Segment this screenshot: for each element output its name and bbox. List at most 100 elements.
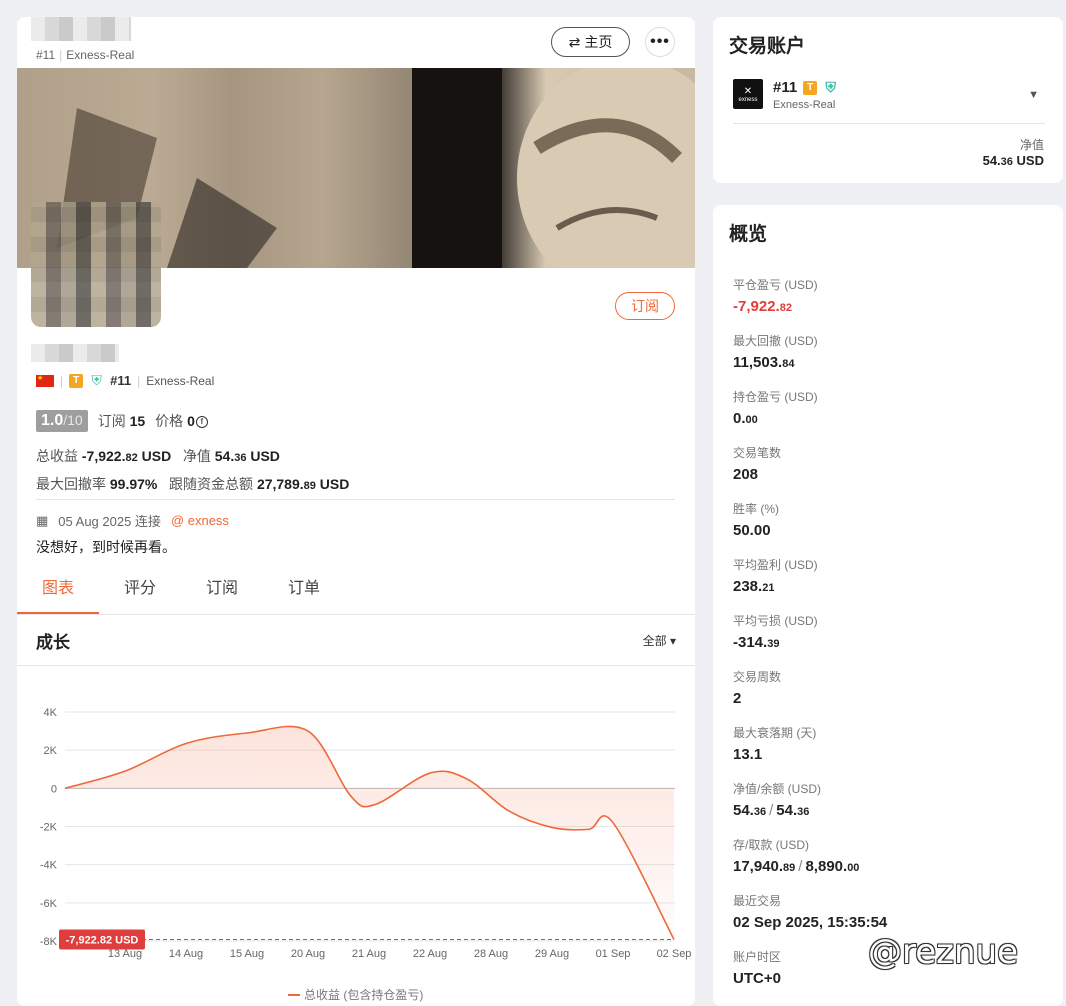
series-area [65,726,674,940]
home-button[interactable]: ⇄ 主页 [551,27,630,57]
account-card-server: Exness-Real [773,99,836,111]
home-button-label: 主页 [584,34,613,50]
verified-shield-icon: ⛨ [91,372,102,388]
current-value-label: -7,922.82 USD [66,935,139,947]
watermark: @reznue [868,932,1019,972]
x-tick-label: 01 Sep [596,948,631,960]
y-tick-label: -8K [40,936,58,948]
account-card-id: #11 [773,79,798,96]
rating-score: 1.0/10 [36,410,88,432]
x-tick-label: 13 Aug [108,948,142,960]
account-equity-label: 净值 [1019,138,1044,152]
overview-item-value: 50.00 [733,522,771,539]
currency-icon: f [195,416,208,429]
account-equity-value: 54.36 USD [982,153,1044,168]
overview-item: 平均亏损 (USD) -314.39 [733,612,818,651]
exness-logo-icon: ✕ exness [733,79,763,109]
y-tick-label: 4K [44,707,58,719]
x-tick-label: 28 Aug [474,948,508,960]
chart-title: 成长 [36,633,70,652]
account-card-title: 交易账户 [729,36,806,57]
follow-funds-value: 27,789.89 USD [256,476,350,492]
overview-item-value: -7,922.82 [733,298,792,315]
y-tick-label: 2K [44,745,58,757]
china-flag-icon: ★ [36,374,54,387]
max-drawdown-value: 99.97% [109,476,158,492]
tab-rating[interactable]: 评分 [99,569,181,614]
avatar [31,202,161,327]
y-tick-label: -2K [40,822,58,834]
overview-item: 存/取款 (USD) 17,940.89/8,890.00 [733,836,859,875]
overview-item-value: 13.1 [733,746,763,763]
overview-item: 最大回撤 (USD) 11,503.84 [733,332,818,371]
overview-item-label: 最大回撤 (USD) [733,334,818,348]
overview-card: 概览 平仓盈亏 (USD) -7,922.82 最大回撤 (USD) 11,503.8… [713,205,1063,1006]
overview-item-label: 交易周数 [733,670,782,684]
y-tick-label: -6K [40,898,58,910]
tab-chart[interactable]: 图表 [17,569,99,614]
overview-item: 最大衰落期 (天) 13.1 [733,724,816,763]
drawdown-funds-row: 最大回撤率 99.97% 跟随资金总额 27,789.89 USD [36,476,350,492]
price: 价格 0f [155,411,208,431]
overview-item-label: 存/取款 (USD) [733,838,809,852]
more-options-button[interactable]: ••• [645,27,675,57]
connected-date: 05 Aug 2025 连接 [58,514,161,529]
overview-item-label: 持仓盈亏 (USD) [733,390,818,404]
overview-item-value: 208 [733,466,759,483]
overview-item: 交易笔数 208 [733,444,781,483]
overview-item: 胜率 (%) 50.00 [733,500,779,539]
overview-item-value: -314.39 [733,634,780,651]
tab-subscribe[interactable]: 订阅 [181,569,263,614]
y-tick-label: 0 [51,783,57,795]
x-tick-label: 29 Aug [535,948,569,960]
rating-row: 1.0/10 订阅 15 价格 0f [36,410,208,432]
account-selector[interactable]: ✕ exness #11 T ⛨ Exness-Real ▼ [733,79,1045,124]
connected-row: ▦ 05 Aug 2025 连接 @ exness [36,511,229,530]
overview-item-value: UTC+0 [733,970,781,987]
subscribe-button[interactable]: 订阅 [615,292,675,320]
chart-header: 成长 全部 ▾ [17,615,695,666]
trader-meta: ★ | T ⛨ #11 | Exness-Real [36,372,215,388]
overview-item-value: 238.21 [733,578,775,595]
trader-badge-icon: T [69,373,84,388]
overview-item-label: 平仓盈亏 (USD) [733,278,818,292]
x-tick-label: 21 Aug [352,948,386,960]
overview-item-value: 11,503.84 [733,354,795,371]
overview-item: 平仓盈亏 (USD) -7,922.82 [733,276,818,315]
x-tick-label: 20 Aug [291,948,325,960]
overview-item-label: 平均盈利 (USD) [733,558,818,572]
overview-item: 账户时区 UTC+0 [733,948,781,987]
divider [36,499,675,500]
growth-chart: 4K 2K 0 -2K -4K -6K -8K 13 Aug 14 Aug 15 Aug 20 Au… [40,707,692,1002]
overview-item: 净值/余额 (USD) 54.36/54.36 [733,780,821,819]
overview-item-label: 最近交易 [733,894,782,908]
broker-link[interactable]: @ exness [171,513,229,528]
overview-item: 平均盈利 (USD) 238.21 [733,556,818,595]
meta-server: Exness-Real [146,373,215,388]
calendar-icon: ▦ [36,512,49,528]
x-tick-label: 14 Aug [169,948,203,960]
dropdown-caret-icon: ▾ [669,634,676,648]
subscribe-count: 订阅 15 [97,413,146,429]
overview-item: 最近交易 02 Sep 2025, 15:35:54 [733,892,887,931]
blurred-username [31,344,119,362]
profit-equity-row: 总收益 -7,922.82 USD 净值 54.36 USD [36,448,280,464]
legend-label: 总收益 (包含持仓盈亏) [304,987,423,1002]
more-icon: ••• [650,33,670,50]
range-select[interactable]: 全部 ▾ [643,632,676,649]
overview-item-label: 账户时区 [733,950,782,964]
meta-account-id: #11 [110,373,132,388]
dropdown-caret-icon[interactable]: ▼ [1028,89,1039,101]
overview-item-label: 最大衰落期 (天) [733,726,817,740]
overview-item-label: 交易笔数 [733,446,782,460]
overview-item-label: 平均亏损 (USD) [733,614,818,628]
topbar-account-info: #11 | Exness-Real [36,48,135,62]
overview-item-value: 54.36/54.36 [733,802,810,819]
x-tick-label: 22 Aug [413,948,447,960]
overview-item: 交易周数 2 [733,668,781,707]
total-profit-value: -7,922.82 USD [81,448,172,464]
tab-orders[interactable]: 订单 [263,569,345,614]
bio: 没想好，到时候再看。 [36,539,176,555]
topbar-server: Exness-Real [66,48,135,62]
blurred-name [31,17,131,41]
